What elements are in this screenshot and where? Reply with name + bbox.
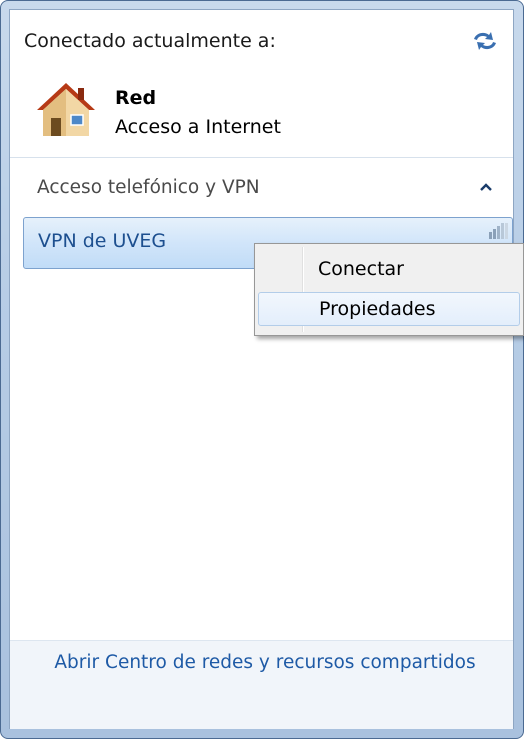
refresh-arrows-icon[interactable] xyxy=(470,27,500,55)
open-network-center-link[interactable]: Abrir Centro de redes y recursos compart… xyxy=(25,652,505,673)
connected-to-label: Conectado actualmente a: xyxy=(24,30,276,52)
dialup-vpn-section-title[interactable]: Acceso telefónico y VPN xyxy=(37,177,260,198)
vpn-connection-name: VPN de UVEG xyxy=(38,230,167,252)
network-name: Red xyxy=(115,87,157,109)
vpn-signal-icon xyxy=(489,223,508,239)
home-network-icon xyxy=(37,83,95,136)
menu-item-properties-label: Propiedades xyxy=(319,298,436,320)
menu-item-connect-label: Conectar xyxy=(318,258,404,280)
menu-item-properties[interactable]: Propiedades xyxy=(258,292,520,326)
chevron-up-icon[interactable] xyxy=(479,180,493,194)
section-divider xyxy=(10,157,513,158)
vpn-context-menu: Conectar Propiedades xyxy=(254,243,524,336)
menu-item-connect[interactable]: Conectar xyxy=(258,252,520,286)
network-status: Acceso a Internet xyxy=(115,116,281,138)
